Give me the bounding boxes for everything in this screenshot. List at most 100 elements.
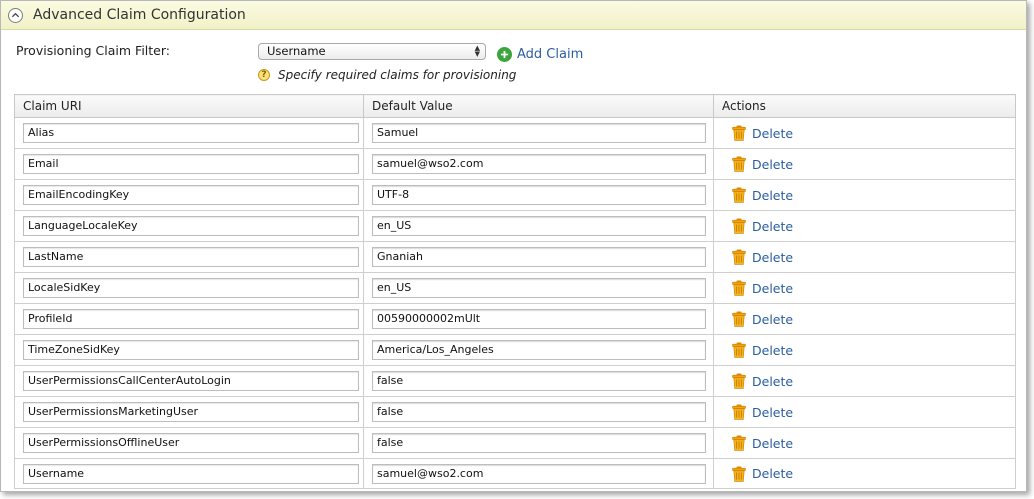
- actions-cell: Delete: [713, 210, 1016, 242]
- delete-label: Delete: [752, 373, 794, 389]
- table-row: UserPermissionsMarketingUser false Delete: [14, 396, 1016, 428]
- trash-icon: [732, 404, 746, 420]
- actions-cell: Delete: [713, 179, 1016, 211]
- actions-cell: Delete: [713, 303, 1016, 335]
- provisioning-filter-label: Provisioning Claim Filter:: [16, 43, 170, 58]
- question-icon: ?: [258, 69, 270, 81]
- delete-button[interactable]: Delete: [714, 373, 1015, 389]
- delete-button[interactable]: Delete: [714, 435, 1015, 451]
- table-row: UserPermissionsCallCenterAutoLogin false D…: [14, 365, 1016, 397]
- default-value-input[interactable]: Samuel: [372, 123, 706, 143]
- default-value-cell: Samuel: [363, 117, 714, 149]
- default-value-cell: UTF-8: [363, 179, 714, 211]
- table-row: LocaleSidKey en_US Delete: [14, 272, 1016, 304]
- default-value-input[interactable]: UTF-8: [372, 185, 706, 205]
- claim-uri-input[interactable]: EmailEncodingKey: [23, 185, 359, 205]
- table-row: Username samuel@wso2.com Delete: [14, 458, 1016, 489]
- actions-cell: Delete: [713, 241, 1016, 273]
- default-value-input[interactable]: 00590000002mUlt: [372, 309, 706, 329]
- default-value-cell: Gnaniah: [363, 241, 714, 273]
- table-row: LastName Gnaniah Delete: [14, 241, 1016, 273]
- claim-uri-cell: Email: [14, 148, 364, 180]
- chevron-up-icon[interactable]: [8, 7, 23, 23]
- default-value-input[interactable]: en_US: [372, 278, 706, 298]
- default-value-input[interactable]: en_US: [372, 216, 706, 236]
- claim-uri-cell: Alias: [14, 117, 364, 149]
- delete-button[interactable]: Delete: [714, 466, 1015, 482]
- delete-button[interactable]: Delete: [714, 342, 1015, 358]
- claim-uri-cell: Username: [14, 458, 364, 489]
- provisioning-claim-select[interactable]: Username ▲ ▼: [258, 43, 486, 60]
- column-header-claim-uri: Claim URI: [14, 94, 364, 118]
- add-claim-button[interactable]: Add Claim: [497, 47, 583, 62]
- claim-uri-cell: UserPermissionsCallCenterAutoLogin: [14, 365, 364, 397]
- delete-button[interactable]: Delete: [714, 125, 1015, 141]
- default-value-cell: samuel@wso2.com: [363, 148, 714, 180]
- trash-icon: [732, 466, 746, 482]
- default-value-input[interactable]: samuel@wso2.com: [372, 154, 706, 174]
- trash-icon: [732, 156, 746, 172]
- default-value-input[interactable]: false: [372, 433, 706, 453]
- delete-label: Delete: [752, 311, 794, 327]
- table-row: TimeZoneSidKey America/Los_Angeles Delete: [14, 334, 1016, 366]
- claim-uri-input[interactable]: Email: [23, 154, 359, 174]
- delete-label: Delete: [752, 249, 794, 265]
- default-value-input[interactable]: false: [372, 371, 706, 391]
- delete-button[interactable]: Delete: [714, 404, 1015, 420]
- actions-cell: Delete: [713, 365, 1016, 397]
- default-value-input[interactable]: samuel@wso2.com: [372, 463, 706, 484]
- claim-uri-input[interactable]: UserPermissionsMarketingUser: [23, 402, 359, 422]
- claim-uri-cell: UserPermissionsOfflineUser: [14, 427, 364, 459]
- claim-uri-input[interactable]: UserPermissionsOfflineUser: [23, 433, 359, 453]
- hint: ? Specify required claims for provisioni…: [258, 68, 516, 82]
- default-value-input[interactable]: America/Los_Angeles: [372, 340, 706, 360]
- trash-icon: [732, 125, 746, 141]
- table-row: EmailEncodingKey UTF-8 Delete: [14, 179, 1016, 211]
- default-value-cell: false: [363, 396, 714, 428]
- trash-icon: [732, 311, 746, 327]
- trash-icon: [732, 280, 746, 296]
- plus-circle-icon: [497, 47, 512, 62]
- delete-button[interactable]: Delete: [714, 156, 1015, 172]
- claim-uri-cell: UserPermissionsMarketingUser: [14, 396, 364, 428]
- delete-button[interactable]: Delete: [714, 187, 1015, 203]
- default-value-input[interactable]: Gnaniah: [372, 247, 706, 267]
- actions-cell: Delete: [713, 427, 1016, 459]
- default-value-input[interactable]: false: [372, 402, 706, 422]
- table-row: Alias Samuel Delete: [14, 117, 1016, 149]
- claim-uri-input[interactable]: LastName: [23, 247, 359, 267]
- claim-uri-input[interactable]: ProfileId: [23, 309, 359, 329]
- actions-cell: Delete: [713, 272, 1016, 304]
- delete-button[interactable]: Delete: [714, 280, 1015, 296]
- default-value-cell: false: [363, 427, 714, 459]
- claim-uri-input[interactable]: Alias: [23, 123, 359, 143]
- delete-label: Delete: [752, 280, 794, 296]
- delete-label: Delete: [752, 156, 794, 172]
- delete-button[interactable]: Delete: [714, 311, 1015, 327]
- select-value: Username: [267, 44, 326, 58]
- claim-uri-cell: ProfileId: [14, 303, 364, 335]
- claim-uri-input[interactable]: TimeZoneSidKey: [23, 340, 359, 360]
- trash-icon: [732, 342, 746, 358]
- claim-uri-input[interactable]: LocaleSidKey: [23, 278, 359, 298]
- claim-uri-input[interactable]: Username: [23, 463, 359, 484]
- claim-uri-input[interactable]: LanguageLocaleKey: [23, 216, 359, 236]
- default-value-cell: America/Los_Angeles: [363, 334, 714, 366]
- trash-icon: [732, 187, 746, 203]
- claim-uri-input[interactable]: UserPermissionsCallCenterAutoLogin: [23, 371, 359, 391]
- section-header[interactable]: Advanced Claim Configuration: [1, 1, 1026, 30]
- default-value-cell: en_US: [363, 210, 714, 242]
- trash-icon: [732, 435, 746, 451]
- trash-icon: [732, 249, 746, 265]
- trash-icon: [732, 218, 746, 234]
- claim-uri-cell: TimeZoneSidKey: [14, 334, 364, 366]
- actions-cell: Delete: [713, 458, 1016, 489]
- delete-button[interactable]: Delete: [714, 218, 1015, 234]
- actions-cell: Delete: [713, 117, 1016, 149]
- delete-button[interactable]: Delete: [714, 249, 1015, 265]
- delete-label: Delete: [752, 125, 794, 141]
- section-title: Advanced Claim Configuration: [33, 7, 246, 23]
- claim-uri-cell: LastName: [14, 241, 364, 273]
- column-header-actions: Actions: [713, 94, 1016, 118]
- trash-icon: [732, 373, 746, 389]
